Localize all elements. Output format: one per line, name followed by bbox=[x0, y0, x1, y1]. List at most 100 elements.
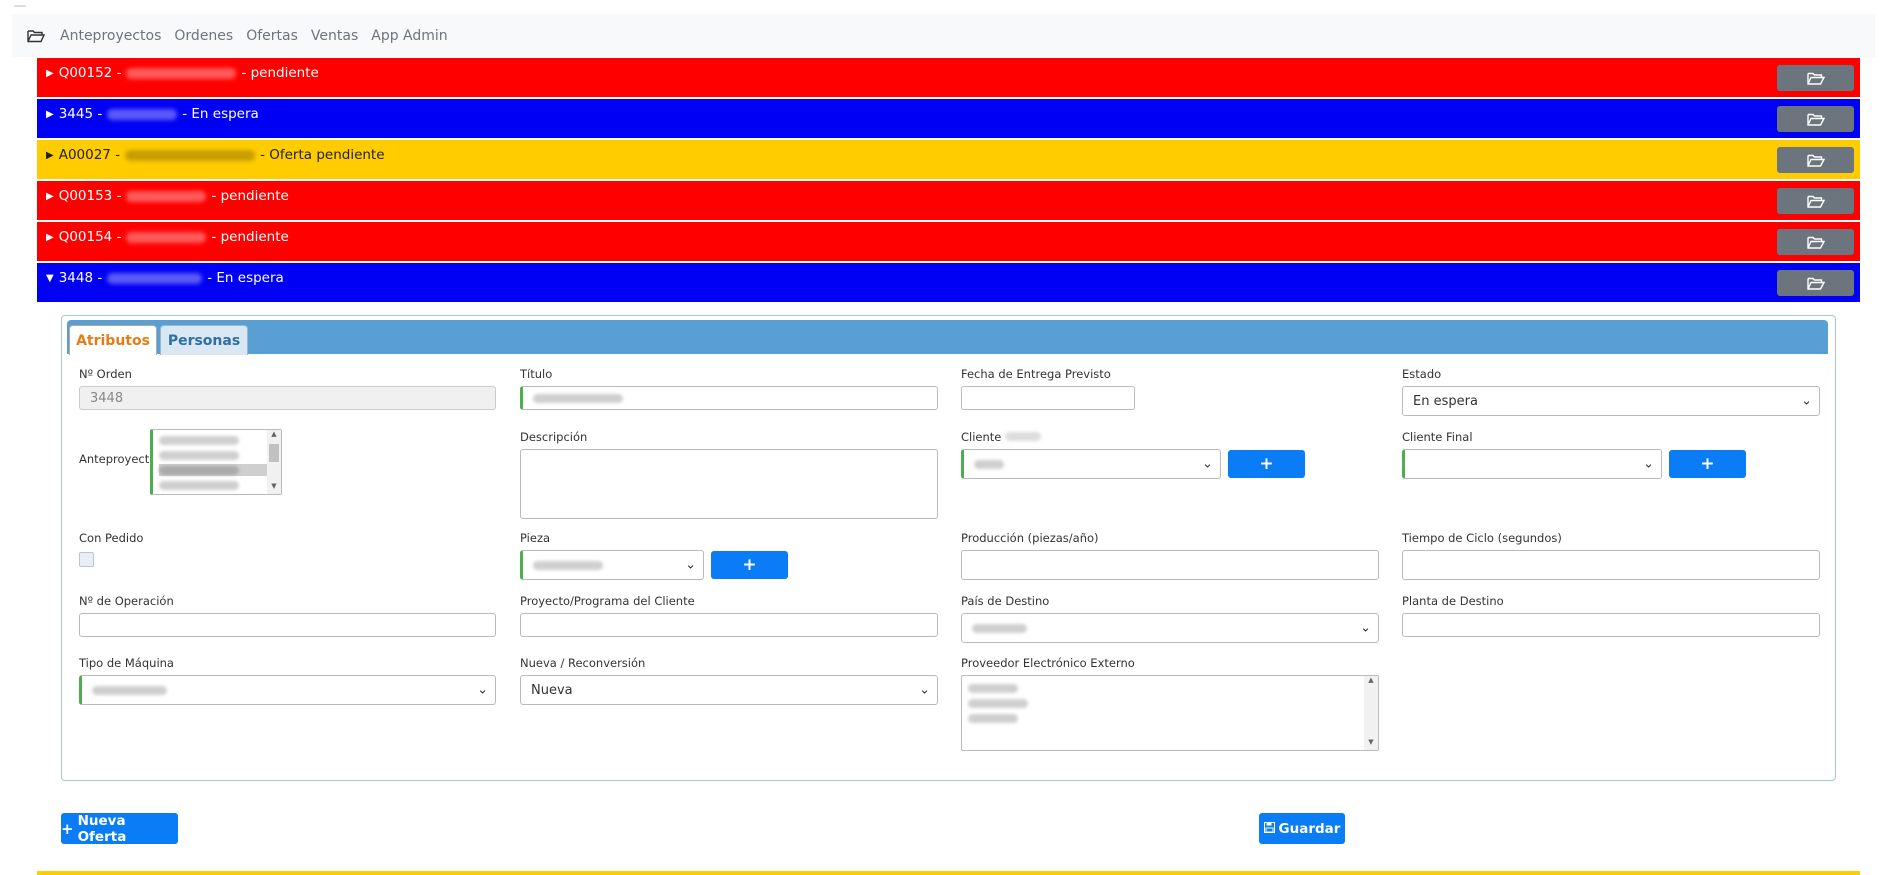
folder-open-icon bbox=[1806, 277, 1825, 290]
delivery-date-input[interactable] bbox=[961, 386, 1135, 410]
tab-bar: Atributos Personas bbox=[67, 320, 1828, 355]
tab-atributos[interactable]: Atributos bbox=[69, 325, 157, 355]
order-row[interactable]: ▶ 3445 - - En espera bbox=[37, 99, 1860, 138]
add-part-button[interactable]: + bbox=[711, 551, 788, 579]
separator: - bbox=[116, 188, 122, 204]
production-input[interactable] bbox=[961, 550, 1379, 580]
order-status: - Oferta pendiente bbox=[260, 147, 385, 163]
order-list: ▶ Q00152 -- pendiente ▶ 3445 -- En espera … bbox=[37, 58, 1860, 304]
folder-open-icon bbox=[1806, 72, 1825, 85]
status-label: Estado bbox=[1402, 367, 1442, 381]
machine-type-select[interactable]: ⌄ bbox=[79, 675, 496, 705]
separator: - bbox=[97, 106, 103, 122]
open-folder-button[interactable] bbox=[1777, 106, 1854, 132]
new-offer-button[interactable]: + Nueva Oferta bbox=[61, 812, 178, 845]
caret-right-icon[interactable]: ▶ bbox=[46, 109, 54, 120]
order-status: - pendiente bbox=[211, 229, 289, 245]
caret-right-icon[interactable]: ▶ bbox=[46, 150, 54, 161]
chevron-down-icon: ⌄ bbox=[1801, 393, 1812, 409]
plus-icon: + bbox=[1700, 454, 1715, 474]
nav-anteproyectos[interactable]: Anteproyectos bbox=[60, 28, 161, 44]
with-order-label: Con Pedido bbox=[79, 531, 144, 545]
description-label: Descripción bbox=[520, 430, 588, 444]
destination-country-label: País de Destino bbox=[961, 594, 1050, 608]
top-navbar: Anteproyectos Ordenes Ofertas Ventas App… bbox=[12, 14, 1875, 57]
save-label: Guardar bbox=[1278, 820, 1341, 837]
folder-open-icon bbox=[1806, 236, 1825, 249]
open-folder-button[interactable] bbox=[1777, 188, 1854, 214]
scrollbar[interactable]: ▲ ▼ bbox=[267, 430, 281, 494]
with-order-checkbox[interactable] bbox=[79, 552, 94, 567]
redacted-name bbox=[107, 108, 178, 120]
description-textarea[interactable] bbox=[520, 449, 938, 519]
open-folder-button[interactable] bbox=[1777, 65, 1854, 91]
separator: - bbox=[97, 270, 103, 286]
open-folder-button[interactable] bbox=[1777, 229, 1854, 255]
order-code: Q00152 bbox=[58, 65, 113, 81]
destination-country-select[interactable]: ⌄ bbox=[961, 613, 1379, 643]
new-reconversion-value: Nueva bbox=[531, 682, 573, 698]
redacted-name bbox=[107, 272, 203, 284]
external-supplier-multiselect[interactable]: ▲ ▼ bbox=[961, 675, 1379, 751]
order-row[interactable]: ▶ Q00154 - - pendiente bbox=[37, 222, 1860, 261]
new-reconversion-label: Nueva / Reconversión bbox=[520, 656, 646, 670]
client-project-label: Proyecto/Programa del Cliente bbox=[520, 594, 695, 608]
final-client-select[interactable]: ⌄ bbox=[1402, 449, 1662, 479]
client-project-input[interactable] bbox=[520, 613, 938, 637]
scrollbar[interactable]: ▲ ▼ bbox=[1364, 676, 1378, 750]
folder-icon[interactable] bbox=[12, 29, 60, 43]
external-supplier-label: Proveedor Electrónico Externo bbox=[961, 656, 1135, 670]
operation-no-input[interactable] bbox=[79, 613, 496, 637]
caret-right-icon[interactable]: ▶ bbox=[46, 191, 54, 202]
title-label: Título bbox=[520, 367, 553, 381]
machine-type-label: Tipo de Máquina bbox=[79, 656, 174, 670]
add-client-button[interactable]: + bbox=[1228, 450, 1305, 478]
caret-right-icon[interactable]: ▶ bbox=[46, 232, 54, 243]
open-folder-button[interactable] bbox=[1777, 270, 1854, 296]
order-code: Q00154 bbox=[58, 229, 113, 245]
nav-ordenes[interactable]: Ordenes bbox=[174, 28, 233, 44]
nav-ventas[interactable]: Ventas bbox=[311, 28, 358, 44]
order-row-expanded[interactable]: ▼ 3448 - - En espera bbox=[37, 263, 1860, 302]
final-client-label: Cliente Final bbox=[1402, 430, 1473, 444]
folder-open-icon bbox=[1806, 113, 1825, 126]
separator: - bbox=[116, 65, 122, 81]
caret-right-icon[interactable]: ▶ bbox=[46, 68, 54, 79]
order-code: 3445 bbox=[58, 106, 94, 122]
floppy-icon bbox=[1263, 821, 1275, 837]
caret-down-icon[interactable]: ▼ bbox=[46, 273, 54, 284]
order-row[interactable]: ▶ A00027 - - Oferta pendiente bbox=[37, 140, 1860, 179]
add-final-client-button[interactable]: + bbox=[1669, 450, 1746, 478]
new-offer-label: Nueva Oferta bbox=[77, 812, 127, 845]
next-row-edge bbox=[37, 871, 1860, 875]
preprojects-multiselect[interactable]: ▲ ▼ bbox=[150, 429, 282, 495]
new-reconversion-select[interactable]: Nueva ⌄ bbox=[520, 675, 938, 705]
client-select[interactable]: ⌄ bbox=[961, 449, 1221, 479]
chevron-down-icon: ⌄ bbox=[1360, 620, 1371, 636]
order-detail-panel: Atributos Personas Nº Orden Título Fecha… bbox=[61, 315, 1836, 781]
production-label: Producción (piezas/año) bbox=[961, 531, 1099, 545]
plus-icon: + bbox=[61, 819, 74, 838]
tab-personas[interactable]: Personas bbox=[160, 325, 248, 355]
order-row[interactable]: ▶ Q00152 - - pendiente bbox=[37, 58, 1860, 97]
part-select[interactable]: ⌄ bbox=[520, 550, 704, 580]
title-input[interactable] bbox=[520, 386, 938, 410]
cycle-time-input[interactable] bbox=[1402, 550, 1820, 580]
separator: - bbox=[115, 147, 121, 163]
plus-icon: + bbox=[1259, 454, 1274, 474]
nav-app-admin[interactable]: App Admin bbox=[371, 28, 447, 44]
save-button[interactable]: Guardar bbox=[1259, 813, 1345, 844]
destination-plant-input[interactable] bbox=[1402, 613, 1820, 637]
delivery-date-label: Fecha de Entrega Previsto bbox=[961, 367, 1111, 381]
nav-ofertas[interactable]: Ofertas bbox=[246, 28, 298, 44]
separator: - bbox=[116, 229, 122, 245]
status-select[interactable]: En espera ⌄ bbox=[1402, 386, 1820, 416]
order-status: - En espera bbox=[182, 106, 259, 122]
open-folder-button[interactable] bbox=[1777, 147, 1854, 173]
order-row[interactable]: ▶ Q00153 - - pendiente bbox=[37, 181, 1860, 220]
client-label: Cliente bbox=[961, 430, 1042, 444]
redacted-name bbox=[125, 149, 256, 161]
chevron-down-icon: ⌄ bbox=[919, 682, 930, 698]
order-no-input[interactable]: 3448 bbox=[79, 386, 496, 410]
plus-icon: + bbox=[742, 555, 757, 575]
